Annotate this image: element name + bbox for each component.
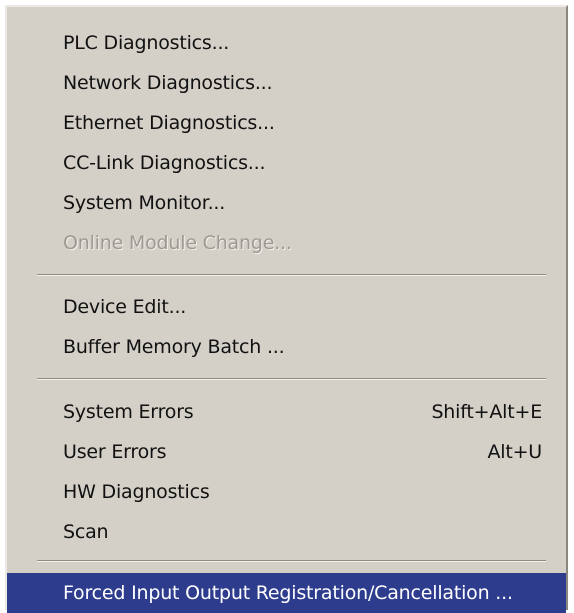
menu-item-label: CC-Link Diagnostics... [63,152,266,174]
menu-item-label: Buffer Memory Batch ... [63,336,285,358]
menu-item-ethernet-diagnostics[interactable]: Ethernet Diagnostics... [7,103,566,143]
menu-item-cc-link-diagnostics[interactable]: CC-Link Diagnostics... [7,143,566,183]
menu-item-forced-io-registration[interactable]: Forced Input Output Registration/Cancell… [7,573,566,613]
menu-item-online-module-change: Online Module Change... [7,223,566,263]
menu-item-plc-diagnostics[interactable]: PLC Diagnostics... [7,23,566,63]
menu-item-shortcut: Alt+U [487,441,542,463]
menu-item-label: Online Module Change... [63,232,292,254]
menu-item-label: User Errors [63,441,167,463]
menu-item-label: PLC Diagnostics... [63,32,230,54]
menu-item-system-monitor[interactable]: System Monitor... [7,183,566,223]
menu-item-label: System Errors [63,401,194,423]
menu-item-label: Scan [63,521,109,543]
menu-item-user-errors[interactable]: User Errors Alt+U [7,432,566,472]
menu-item-label: Forced Input Output Registration/Cancell… [63,582,513,604]
menu-separator [37,378,546,380]
menu-separator [37,274,546,276]
context-menu: PLC Diagnostics... Network Diagnostics..… [5,5,568,613]
menu-item-device-edit[interactable]: Device Edit... [7,287,566,327]
menu-item-label: System Monitor... [63,192,226,214]
menu-item-buffer-memory-batch[interactable]: Buffer Memory Batch ... [7,327,566,367]
menu-item-label: Ethernet Diagnostics... [63,112,275,134]
menu-item-label: HW Diagnostics [63,481,210,503]
menu-item-system-errors[interactable]: System Errors Shift+Alt+E [7,392,566,432]
menu-item-network-diagnostics[interactable]: Network Diagnostics... [7,63,566,103]
menu-separator [37,560,546,562]
menu-item-hw-diagnostics[interactable]: HW Diagnostics [7,472,566,512]
menu-item-scan[interactable]: Scan [7,512,566,552]
menu-item-label: Network Diagnostics... [63,72,273,94]
menu-item-label: Device Edit... [63,296,187,318]
menu-item-shortcut: Shift+Alt+E [431,401,542,423]
